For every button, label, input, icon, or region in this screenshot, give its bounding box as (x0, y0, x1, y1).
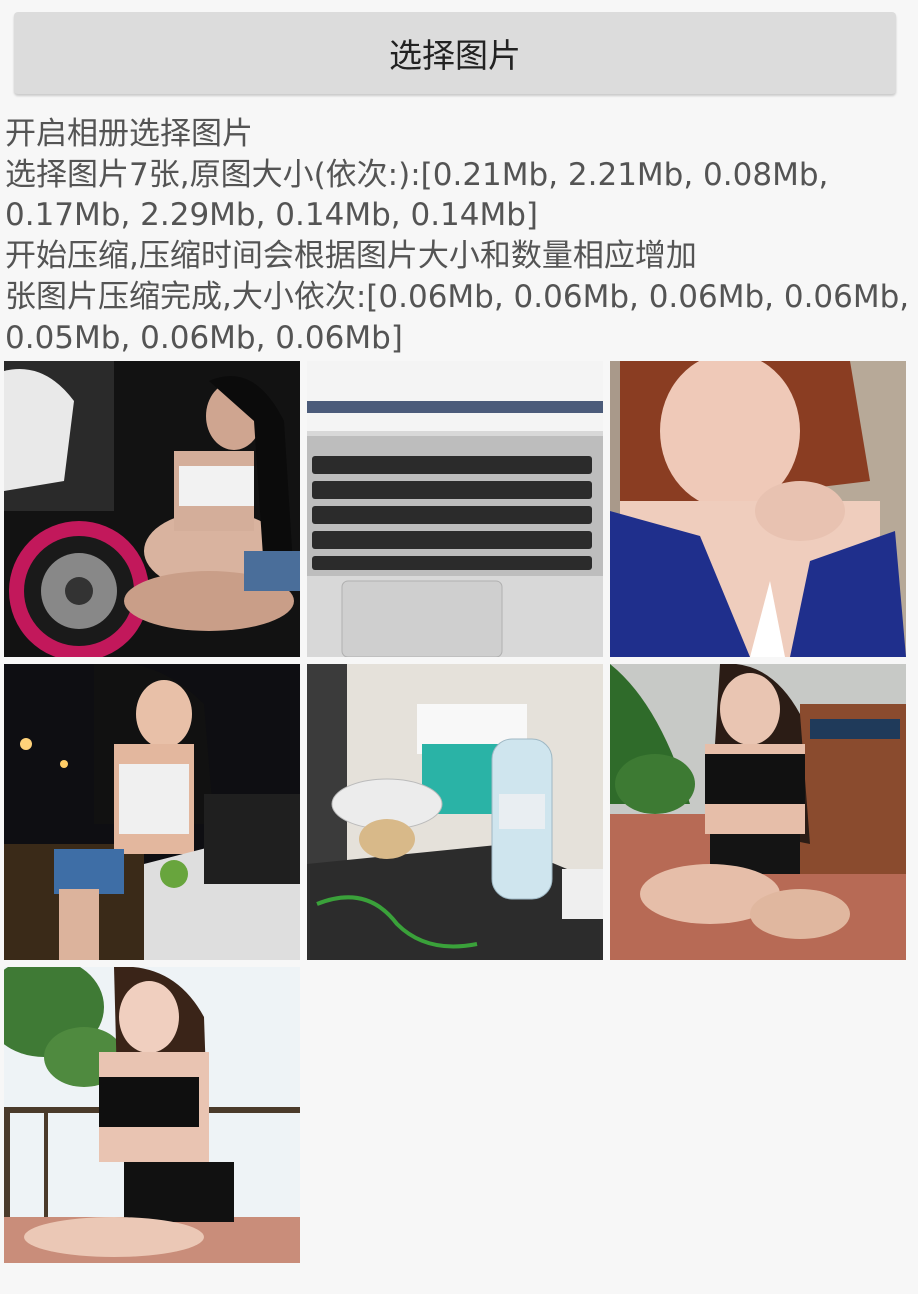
select-image-button[interactable]: 选择图片 (14, 12, 896, 94)
photo-2[interactable] (307, 361, 603, 657)
photo-7-image (4, 967, 300, 1263)
photo-4-image (4, 664, 300, 960)
photo-1[interactable] (4, 361, 300, 657)
log-line-open-album: 开启相册选择图片 (5, 116, 253, 152)
photo-2-image (307, 361, 603, 657)
photo-5-image (307, 664, 603, 960)
log-output: 开启相册选择图片 选择图片7张,原图大小(依次:):[0.21Mb, 2.21M… (0, 94, 918, 358)
log-line-start-compress: 开始压缩,压缩时间会根据图片大小和数量相应增加 (5, 238, 697, 275)
app-screen: 选择图片 开启相册选择图片 选择图片7张,原图大小(依次:):[0.21Mb, … (0, 0, 918, 1294)
button-container: 选择图片 (0, 0, 918, 94)
log-line-selected-sizes: 选择图片7张,原图大小(依次:):[0.21Mb, 2.21Mb, 0.08Mb… (5, 156, 829, 234)
photo-5[interactable] (307, 664, 603, 960)
photo-3[interactable] (610, 361, 906, 657)
photo-6-image (610, 664, 906, 960)
log-line-compressed-sizes: 张图片压缩完成,大小依次:[0.06Mb, 0.06Mb, 0.06Mb, 0.… (5, 278, 910, 356)
photo-7[interactable] (4, 967, 300, 1263)
photo-4[interactable] (4, 664, 300, 960)
photo-3-image (610, 361, 906, 657)
photo-1-image (4, 361, 300, 657)
photo-6[interactable] (610, 664, 906, 960)
